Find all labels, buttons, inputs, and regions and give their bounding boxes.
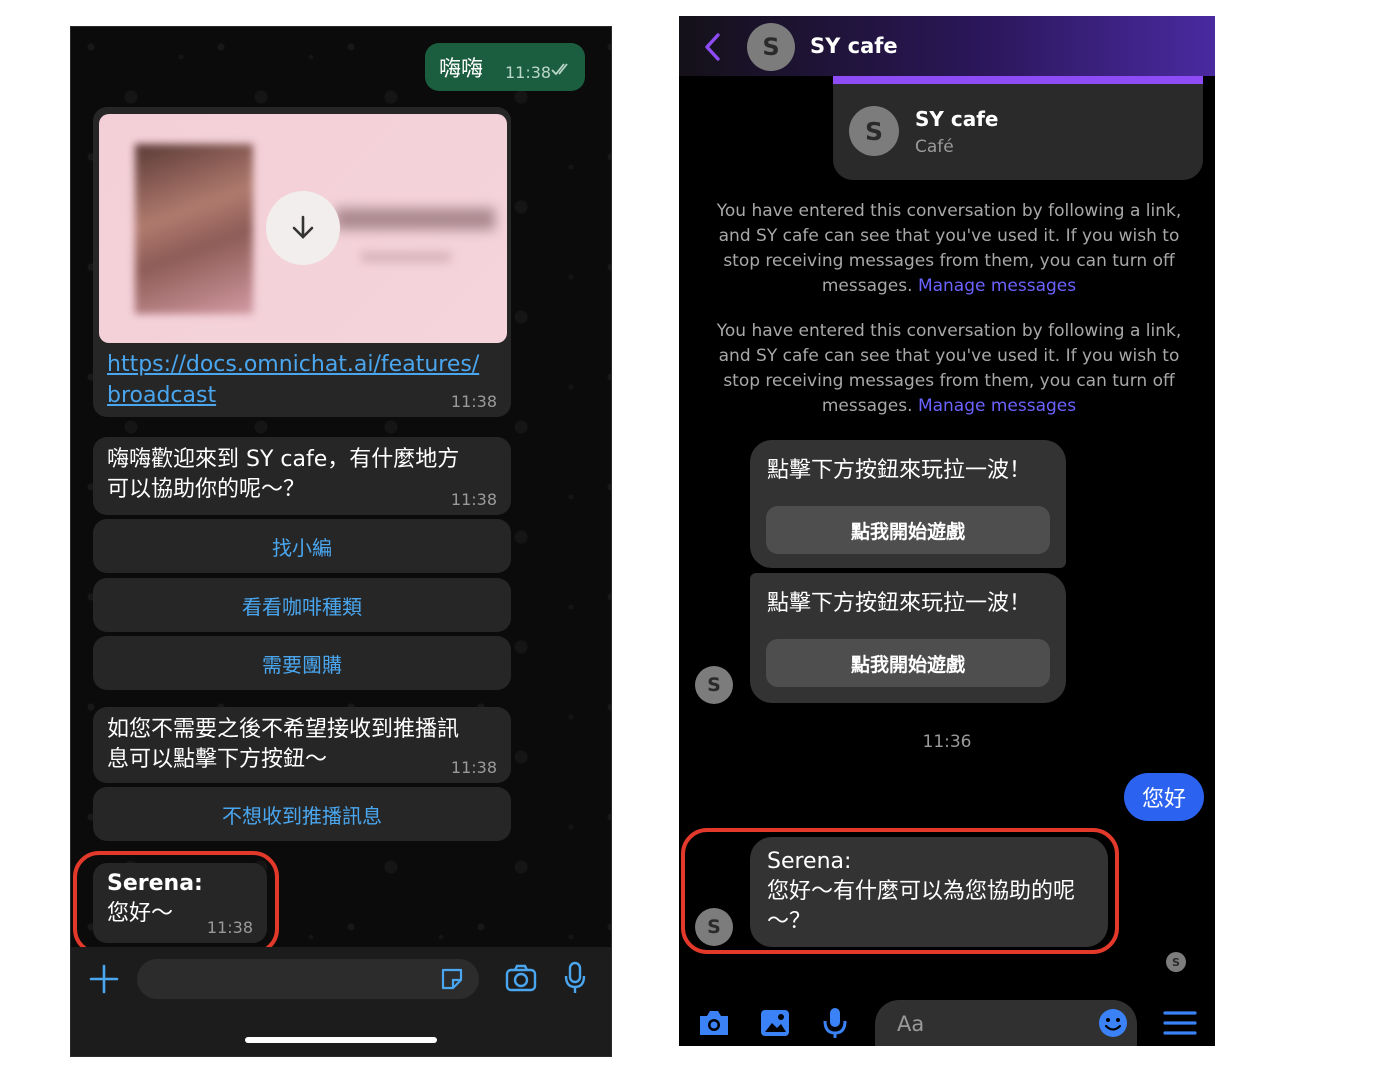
menu-icon[interactable] <box>1163 1010 1197 1036</box>
manage-messages-link[interactable]: Manage messages <box>918 396 1076 416</box>
page-category: Café <box>915 137 954 157</box>
message-line: 可以協助你的呢～？ <box>107 477 306 502</box>
camera-icon[interactable] <box>697 1009 731 1037</box>
start-game-button[interactable]: 點我開始遊戲 <box>766 506 1050 554</box>
quick-reply-coffee-types[interactable]: 看看咖啡種類 <box>93 578 511 632</box>
plus-icon[interactable] <box>89 964 119 994</box>
game-card: 點擊下方按鈕來玩拉一波！ 點我開始遊戲 <box>750 440 1066 568</box>
page-info-card: S SY cafe Café <box>833 76 1203 180</box>
chat-title[interactable]: SY cafe <box>810 34 898 58</box>
avatar: S <box>849 106 899 156</box>
start-game-button[interactable]: 點我開始遊戲 <box>766 639 1050 687</box>
emoji-icon[interactable] <box>1098 1008 1128 1038</box>
image-preview[interactable] <box>99 114 507 343</box>
quick-reply-group-buy[interactable]: 需要團購 <box>93 636 511 690</box>
message-input[interactable]: Aa <box>875 1000 1137 1046</box>
composer-bar: Aa <box>679 996 1215 1046</box>
avatar[interactable]: S <box>747 23 795 71</box>
chat-header: S SY cafe <box>679 16 1215 76</box>
read-ticks-icon <box>551 63 568 76</box>
media-message: https://docs.omnichat.ai/features/ broad… <box>93 107 511 417</box>
unsubscribe-message: 如您不需要之後不希望接收到推播訊 息可以點擊下方按鈕～ 11:38 <box>93 707 511 783</box>
message-time: 11:38 <box>450 392 497 411</box>
timestamp: 11:36 <box>922 732 972 752</box>
seen-avatar: S <box>1166 952 1186 972</box>
home-indicator <box>245 1037 437 1043</box>
sticker-icon[interactable] <box>439 966 465 992</box>
image-icon[interactable] <box>759 1008 791 1038</box>
message-text: 嗨嗨 <box>439 57 484 82</box>
download-button[interactable] <box>266 191 340 265</box>
highlight-box <box>681 828 1119 954</box>
link-notice: You have entered this conversation by fo… <box>716 201 1182 296</box>
input-placeholder: Aa <box>897 1012 925 1036</box>
quick-reply-find-staff[interactable]: 找小編 <box>93 519 511 573</box>
message-time: 11:38 <box>450 490 497 509</box>
link-notice: You have entered this conversation by fo… <box>716 321 1182 416</box>
outgoing-message: 嗨嗨 11:38 <box>425 43 585 91</box>
card-text: 點擊下方按鈕來玩拉一波！ <box>767 458 1032 483</box>
avatar: S <box>695 666 733 704</box>
microphone-icon[interactable] <box>822 1006 848 1040</box>
message-input[interactable] <box>137 959 479 999</box>
camera-icon[interactable] <box>505 964 537 992</box>
message-line: 如您不需要之後不希望接收到推播訊 <box>107 717 460 742</box>
outgoing-message: 您好 <box>1124 773 1204 821</box>
message-line: 嗨嗨歡迎來到 SY cafe，有什麼地方 <box>107 447 460 472</box>
message-link[interactable]: https://docs.omnichat.ai/features/ broad… <box>107 349 479 411</box>
message-line: 息可以點擊下方按鈕～ <box>107 747 328 772</box>
card-text: 點擊下方按鈕來玩拉一波！ <box>767 591 1032 616</box>
page-name: SY cafe <box>915 107 999 131</box>
unsubscribe-button[interactable]: 不想收到推播訊息 <box>93 787 511 841</box>
welcome-message: 嗨嗨歡迎來到 SY cafe，有什麼地方 可以協助你的呢～？ 11:38 <box>93 437 511 515</box>
message-time: 11:38 <box>505 63 552 82</box>
blurred-image <box>135 144 253 314</box>
whatsapp-screen: 嗨嗨 11:38 https://docs.omnichat.ai/featur… <box>70 26 612 1057</box>
manage-messages-link[interactable]: Manage messages <box>918 276 1076 296</box>
back-chevron-icon[interactable] <box>703 32 721 62</box>
messenger-screen: S SY cafe S SY cafe Café You have entere… <box>679 16 1215 1046</box>
highlight-box <box>73 851 279 955</box>
game-card: 點擊下方按鈕來玩拉一波！ 點我開始遊戲 <box>750 573 1066 703</box>
message-time: 11:38 <box>450 758 497 777</box>
microphone-icon[interactable] <box>563 961 587 995</box>
composer-bar <box>71 947 611 1056</box>
download-arrow-icon <box>292 215 314 239</box>
